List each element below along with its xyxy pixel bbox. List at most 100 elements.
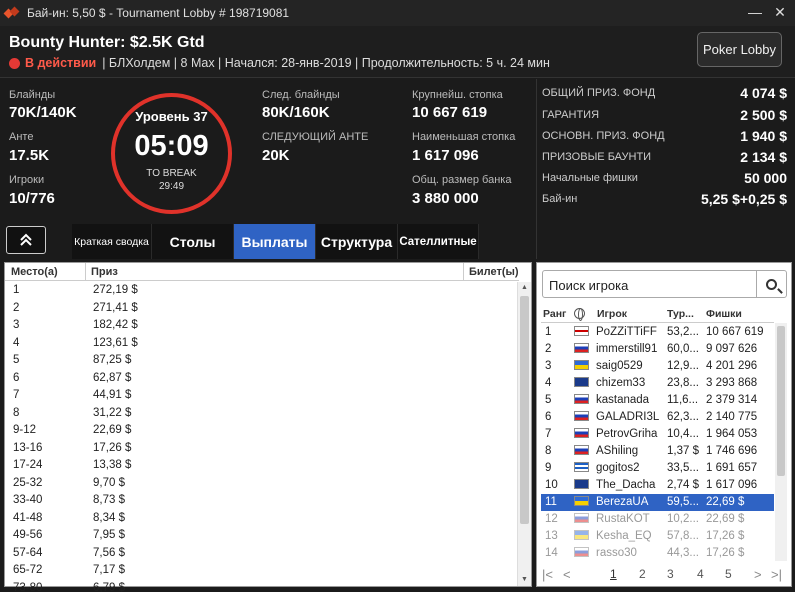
table-row[interactable]: 4 123,61 $ xyxy=(5,335,517,353)
player-row[interactable]: 10 The_Dacha 2,74 $ 1 617 096 xyxy=(541,477,774,494)
country-flag-icon xyxy=(574,360,589,370)
table-row[interactable]: 13-16 17,26 $ xyxy=(5,440,517,458)
chips-cell: 1 617 096 xyxy=(706,479,758,491)
place-cell: 3 xyxy=(13,319,20,331)
player-row[interactable]: 12 RustaKOT 10,2... 22,69 $ xyxy=(541,511,774,528)
table-row[interactable]: 65-72 7,17 $ xyxy=(5,562,517,580)
player-row[interactable]: 9 gogitos2 33,5... 1 691 657 xyxy=(541,460,774,477)
table-row[interactable]: 1 272,19 $ xyxy=(5,282,517,300)
country-flag-icon xyxy=(574,394,589,404)
tour-cell: 1,37 $ xyxy=(667,445,699,457)
page-number[interactable]: 5 xyxy=(725,567,732,581)
table-row[interactable]: 5 87,25 $ xyxy=(5,352,517,370)
rank-cell: 12 xyxy=(545,513,558,525)
tab-satellites[interactable]: Сателлитные xyxy=(398,224,479,259)
table-row[interactable]: 41-48 8,34 $ xyxy=(5,510,517,528)
page-number[interactable]: 1 xyxy=(610,567,617,581)
page-number[interactable]: 2 xyxy=(639,567,646,581)
blinds-value: 70K/140K xyxy=(9,104,77,121)
prize-cell: 87,25 $ xyxy=(93,354,132,366)
scroll-down-arrow-icon[interactable]: ▼ xyxy=(518,574,531,586)
to-break-timer: 29:49 xyxy=(158,181,185,192)
blinds-label: Блайнды xyxy=(9,89,56,101)
table-row[interactable]: 9-12 22,69 $ xyxy=(5,422,517,440)
prize-label: ПРИЗОВЫЕ БАУНТИ xyxy=(542,151,652,163)
column-header-place[interactable]: Место(а) xyxy=(11,266,58,278)
player-name-cell: The_Dacha xyxy=(596,479,656,491)
player-search-input[interactable] xyxy=(549,275,749,295)
poker-lobby-button[interactable]: Poker Lobby xyxy=(697,32,782,67)
column-divider xyxy=(85,263,86,281)
close-button[interactable]: ✕ xyxy=(772,4,788,21)
tab-structure[interactable]: Структура xyxy=(316,224,398,259)
column-header-player[interactable]: Игрок xyxy=(597,308,627,320)
player-name-cell: gogitos2 xyxy=(596,462,640,474)
minimize-button[interactable]: — xyxy=(747,4,763,20)
column-header-tour[interactable]: Тур... xyxy=(667,308,694,320)
scroll-up-arrow-icon[interactable]: ▲ xyxy=(518,282,531,294)
column-header-prize[interactable]: Приз xyxy=(91,266,118,278)
player-row[interactable]: 4 chizem33 23,8... 3 293 868 xyxy=(541,375,774,392)
globe-icon[interactable] xyxy=(574,308,585,321)
player-name-cell: PoZZiTTiFF xyxy=(596,326,657,338)
status-badge: В действии xyxy=(25,56,97,70)
prize-cell: 8,34 $ xyxy=(93,511,125,524)
table-row[interactable]: 6 62,87 $ xyxy=(5,370,517,388)
table-row[interactable]: 25-32 9,70 $ xyxy=(5,475,517,493)
players-panel: Ранг Игрок Тур... Фишки 1 PoZZiTTiFF 53,2.… xyxy=(536,262,792,587)
player-row[interactable]: 11 BerezaUA 59,5... 22,69 $ xyxy=(541,494,774,511)
table-row[interactable]: 33-40 8,73 $ xyxy=(5,492,517,510)
table-row[interactable]: 49-56 7,95 $ xyxy=(5,527,517,545)
table-row[interactable]: 8 31,22 $ xyxy=(5,405,517,423)
tab-payouts[interactable]: Выплаты xyxy=(234,224,316,259)
table-row[interactable]: 2 271,41 $ xyxy=(5,300,517,318)
column-header-chips[interactable]: Фишки xyxy=(706,308,742,320)
player-row[interactable]: 3 saig0529 12,9... 4 201 296 xyxy=(541,358,774,375)
page-number[interactable]: 3 xyxy=(667,567,674,581)
total-bank-label: Общ. размер банка xyxy=(412,174,512,186)
player-row[interactable]: 5 kastanada 11,6... 2 379 314 xyxy=(541,392,774,409)
prize-label: ГАРАНТИЯ xyxy=(542,109,600,121)
table-row[interactable]: 57-64 7,56 $ xyxy=(5,545,517,563)
to-break-label: TO BREAK xyxy=(146,168,197,179)
prev-page-icon[interactable]: < xyxy=(563,567,571,582)
page-number[interactable]: 4 xyxy=(697,567,704,581)
country-flag-icon xyxy=(574,547,589,557)
table-row[interactable]: 17-24 13,38 $ xyxy=(5,457,517,475)
place-cell: 7 xyxy=(13,389,20,401)
last-page-icon[interactable]: >| xyxy=(771,567,782,582)
player-row[interactable]: 13 Kesha_EQ 57,8... 17,26 $ xyxy=(541,528,774,545)
search-button[interactable] xyxy=(756,271,786,297)
table-row[interactable]: 73-80 6,79 $ xyxy=(5,580,517,592)
scrollbar-thumb[interactable] xyxy=(777,326,785,476)
player-row[interactable]: 1 PoZZiTTiFF 53,2... 10 667 619 xyxy=(541,324,774,341)
player-row[interactable]: 14 rasso30 44,3... 17,26 $ xyxy=(541,545,774,562)
next-page-icon[interactable]: > xyxy=(754,567,762,582)
prize-label: ОСНОВН. ПРИЗ. ФОНД xyxy=(542,130,665,142)
rank-cell: 8 xyxy=(545,445,552,457)
prize-cell: 7,56 $ xyxy=(93,546,125,559)
prize-cell: 13,38 $ xyxy=(93,459,132,471)
tab-summary[interactable]: Краткая сводка xyxy=(72,224,152,259)
tournament-header: Bounty Hunter: $2.5K Gtd В действии | БЛ… xyxy=(0,26,795,78)
level-timer: 05:09 xyxy=(134,130,209,162)
chips-cell: 1 964 053 xyxy=(706,428,758,440)
first-page-icon[interactable]: |< xyxy=(542,567,553,582)
payouts-scrollbar[interactable]: ▲ ▼ xyxy=(517,282,531,586)
prize-row: ОСНОВН. ПРИЗ. ФОНД 1 940 $ xyxy=(542,126,787,146)
player-row[interactable]: 2 immerstill91 60,0... 9 097 626 xyxy=(541,341,774,358)
column-header-rank[interactable]: Ранг xyxy=(543,308,566,320)
players-scrollbar[interactable] xyxy=(775,323,787,561)
table-row[interactable]: 7 44,91 $ xyxy=(5,387,517,405)
tab-tables[interactable]: Столы xyxy=(152,224,234,259)
player-row[interactable]: 7 PetrovGriha 10,4... 1 964 053 xyxy=(541,426,774,443)
player-row[interactable]: 6 GALADRI3L 62,3... 2 140 775 xyxy=(541,409,774,426)
prize-row: Начальные фишки 50 000 xyxy=(542,168,787,188)
scrollbar-thumb[interactable] xyxy=(520,296,529,524)
tour-cell: 2,74 $ xyxy=(667,479,699,491)
player-row[interactable]: 8 AShiling 1,37 $ 1 746 696 xyxy=(541,443,774,460)
lobby-tabs: Краткая сводка Столы Выплаты Структура С… xyxy=(72,224,479,259)
column-header-tickets[interactable]: Билет(ы) xyxy=(469,266,519,278)
collapse-button[interactable] xyxy=(6,226,46,254)
table-row[interactable]: 3 182,42 $ xyxy=(5,317,517,335)
